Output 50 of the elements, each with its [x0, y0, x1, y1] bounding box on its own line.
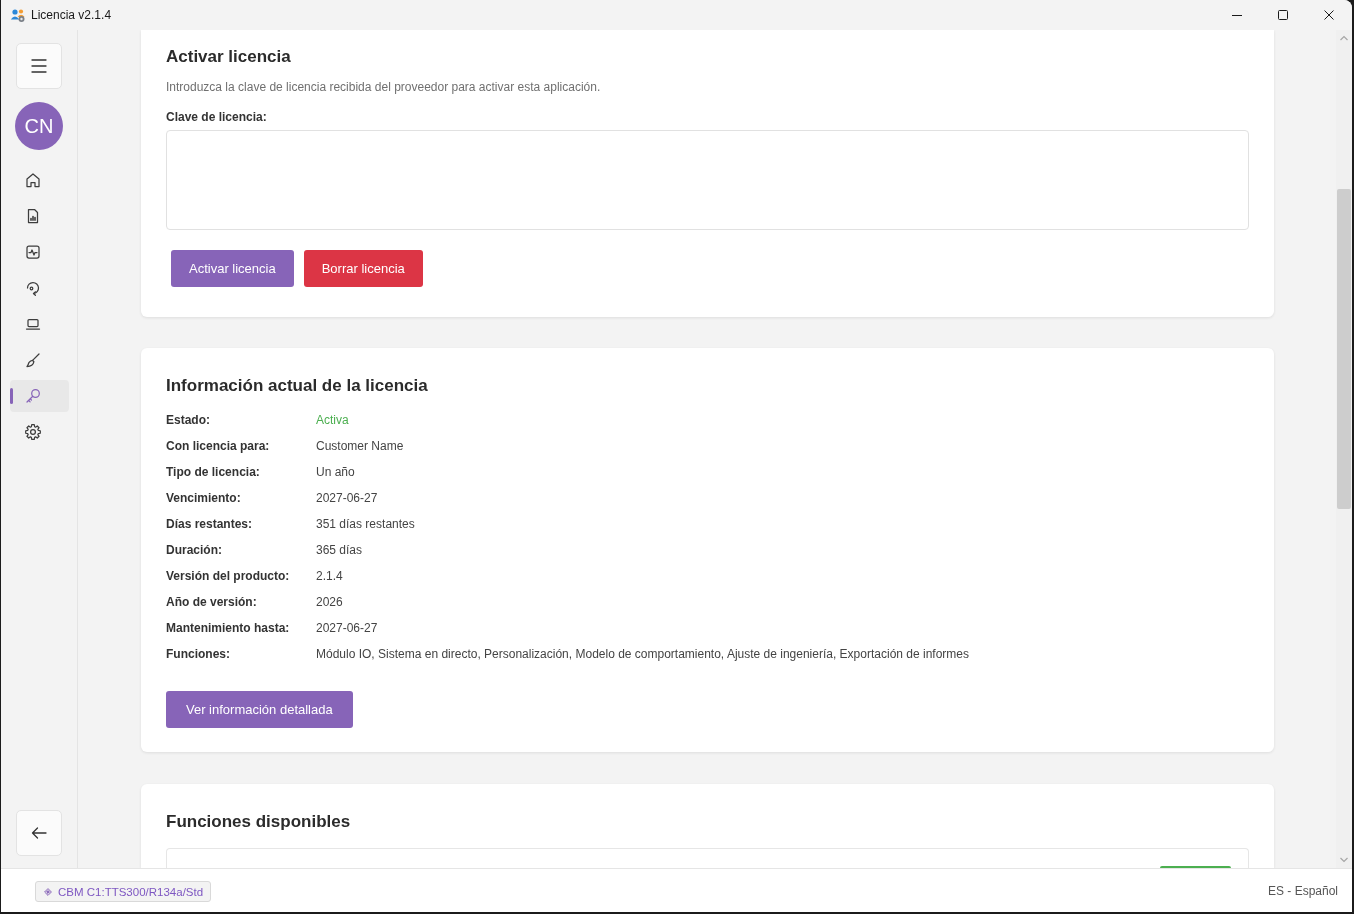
card-title: Activar licencia [166, 46, 292, 68]
pulse-icon [24, 243, 42, 261]
close-icon [1324, 10, 1334, 20]
license-key-field[interactable] [166, 130, 1249, 230]
field-value: Customer Name [316, 438, 405, 455]
scrollbar-thumb[interactable] [1337, 189, 1351, 509]
field-label: Versión del producto: [166, 568, 291, 585]
maximize-icon [1278, 10, 1288, 20]
activate-license-button[interactable]: Activar licencia [171, 250, 294, 287]
field-value: 2026 [316, 594, 344, 611]
card-description: Introduzca la clave de licencia recibida del proveedor para activar esta aplicación. [166, 79, 602, 95]
field-value: 365 días [316, 542, 364, 559]
field-value: 2027-06-27 [316, 490, 379, 507]
card-title: Funciones disponibles [166, 811, 352, 833]
field-value: Activa [316, 412, 350, 429]
field-label: Con licencia para: [166, 438, 271, 455]
details-button[interactable]: Ver información detallada [166, 691, 353, 728]
rotate-arrow-icon [24, 279, 42, 297]
field-label: Clave de licencia: [166, 109, 268, 125]
field-label: Vencimiento: [166, 490, 242, 507]
clear-license-button[interactable]: Borrar licencia [303, 250, 423, 287]
field-value: 351 días restantes [316, 516, 416, 533]
profile-chip[interactable]: CBM C1:TTS300/R134a/Std [35, 881, 212, 902]
field-value: Un año [316, 464, 356, 481]
field-value: 2027-06-27 [316, 620, 379, 637]
language-label: ES - Español [1267, 883, 1338, 898]
settings-icon [24, 423, 42, 441]
chevron-up-icon[interactable] [1339, 34, 1349, 42]
field-value: 2.1.4 [316, 568, 344, 585]
field-value: Módulo IO, Sistema en directo, Personalización, Modelo de comportamiento, Ajuste de ingeniería, Exportación de informes [316, 646, 969, 663]
card-title: Información actual de la licencia [166, 375, 429, 397]
field-label: Año de versión: [166, 594, 258, 611]
field-label: Días restantes: [166, 516, 254, 533]
back-button[interactable] [16, 810, 62, 856]
chevron-down-icon[interactable] [1339, 856, 1349, 864]
people-gear-icon [10, 7, 26, 23]
diamond-icon [44, 887, 52, 896]
user-avatar: CN [15, 102, 63, 150]
field-label: Funciones: [166, 646, 231, 663]
field-label: Estado: [166, 412, 211, 429]
field-label: Tipo de licencia: [166, 464, 261, 481]
menu-button[interactable] [16, 43, 62, 89]
window-title: Licencia v2.1.4 [31, 8, 112, 22]
home-icon [24, 171, 42, 189]
brush-icon [24, 351, 42, 369]
field-label: Mantenimiento hasta: [166, 620, 291, 637]
field-label: Duración: [166, 542, 223, 559]
key-icon [24, 387, 42, 405]
menu-icon [31, 59, 47, 73]
back-arrow-icon [30, 824, 48, 842]
